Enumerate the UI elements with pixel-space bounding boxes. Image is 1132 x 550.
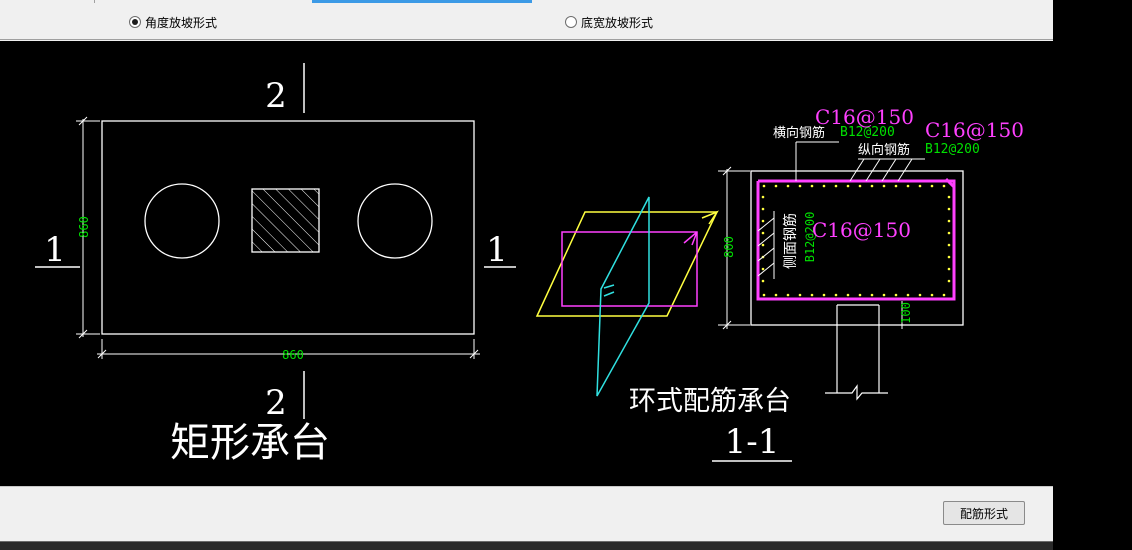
dim-width-text: 860: [282, 348, 304, 362]
section-title: 1-1: [725, 422, 780, 462]
radio-unselected-icon: [565, 16, 577, 28]
rebar-dot: [947, 279, 951, 283]
radio-selected-icon: [129, 16, 141, 28]
rebar-dot: [906, 293, 910, 297]
preview-canvas: 2 860 860 1 1 2 矩形承台 环式配筋承台 800 100 横向钢筋…: [0, 41, 1053, 486]
rebar-dot: [762, 293, 766, 297]
rebar-dot: [947, 195, 951, 199]
rebar-dot: [834, 293, 838, 297]
rebar-dot: [798, 293, 802, 297]
rebar-dot: [798, 184, 802, 188]
rebar-dot: [774, 293, 778, 297]
rebar-dot: [947, 243, 951, 247]
rebar-dot: [906, 184, 910, 188]
plan-title: 矩形承台: [170, 420, 330, 466]
section-mark-top: 2: [265, 76, 287, 116]
ring-hook-cyan: [603, 284, 615, 297]
plan-view: 2 860 860 1 1 2 矩形承台: [35, 63, 516, 466]
rebar-dot: [761, 231, 765, 235]
side-leader: [757, 262, 775, 277]
rebar-dot: [894, 293, 898, 297]
ring-plane-yellow: [535, 211, 719, 317]
ring-isometric: 环式配筋承台: [535, 196, 791, 417]
rebar-dot: [942, 184, 946, 188]
ring-plane-cyan: [596, 196, 650, 397]
rebar-dot: [822, 184, 826, 188]
longitudinal-override: C16@150: [925, 118, 1024, 142]
section-mark-right: 1: [486, 230, 508, 270]
rebar-dot: [834, 184, 838, 188]
side-leader: [757, 247, 775, 262]
column-hatch: [251, 188, 320, 253]
rebar-dot: [930, 184, 934, 188]
rebar-dot: [882, 293, 886, 297]
section-mark-bottom: 2: [265, 383, 287, 423]
rebar-dot: [870, 184, 874, 188]
rebar-form-button[interactable]: 配筋形式: [943, 501, 1025, 525]
bottom-border-strip: [0, 541, 1053, 550]
rebar-dot: [942, 293, 946, 297]
rebar-dot: [930, 293, 934, 297]
leader-arrow: [849, 158, 865, 182]
rebar-dot: [786, 184, 790, 188]
leader-arrow: [881, 158, 897, 182]
side-leader: [757, 217, 775, 232]
rebar-dot: [947, 219, 951, 223]
rebar-dot: [761, 279, 765, 283]
dialog: 角度放坡形式 底宽放坡形式 2 860 860 1 1 2 矩形承台 环式配筋承…: [0, 0, 1053, 541]
ring-title: 环式配筋承台: [629, 386, 791, 417]
rebar-dot: [947, 231, 951, 235]
side-leader: [757, 232, 775, 247]
rebar-dot: [846, 293, 850, 297]
rebar-dot: [894, 184, 898, 188]
rebar-dot: [786, 293, 790, 297]
rebar-dot: [822, 293, 826, 297]
longitudinal-label: 纵向钢筋: [858, 142, 910, 158]
right-dark-pane: [1053, 0, 1132, 550]
rebar-dot: [918, 184, 922, 188]
pile-right: [357, 183, 433, 259]
transverse-override: C16@150: [815, 105, 914, 129]
rebar-dot: [761, 195, 765, 199]
rebar-dot: [846, 184, 850, 188]
bottom-width-slope-radio[interactable]: 底宽放坡形式: [565, 13, 653, 31]
side-label: 侧面钢筋: [782, 213, 799, 269]
rebar-dot: [810, 293, 814, 297]
leader-arrow: [865, 158, 881, 182]
rebar-dot: [762, 184, 766, 188]
section-mark-left: 1: [44, 230, 66, 270]
footer-bar: 配筋形式: [0, 486, 1053, 541]
leader-arrow: [897, 158, 913, 182]
rebar-dot: [918, 293, 922, 297]
rebar-dot: [870, 293, 874, 297]
rebar-dot: [947, 255, 951, 259]
side-override: C16@150: [812, 218, 911, 242]
dim-height-text: 860: [77, 216, 91, 238]
pile-left: [144, 183, 220, 259]
angle-slope-radio[interactable]: 角度放坡形式: [129, 13, 217, 31]
section-dim-height-text: 800: [722, 236, 736, 258]
rebar-dot: [810, 184, 814, 188]
rebar-dot: [858, 184, 862, 188]
bottom-width-slope-label: 底宽放坡形式: [581, 15, 654, 30]
rebar-dot: [858, 293, 862, 297]
rebar-dot: [947, 267, 951, 271]
option-bar: 角度放坡形式 底宽放坡形式: [0, 0, 1053, 40]
angle-slope-label: 角度放坡形式: [145, 15, 218, 30]
longitudinal-value: B12@200: [925, 142, 980, 157]
rebar-dot: [882, 184, 886, 188]
tab-divider: [94, 0, 95, 3]
rebar-dot: [761, 267, 765, 271]
section-dim-bottom-text: 100: [899, 302, 913, 324]
rebar-dot: [761, 207, 765, 211]
rebar-dot: [761, 243, 765, 247]
active-tab-indicator: [312, 0, 532, 3]
ring-hook-magenta: [683, 231, 698, 246]
rebar-dot: [761, 219, 765, 223]
rebar-dot: [774, 184, 778, 188]
cad-drawing: 2 860 860 1 1 2 矩形承台 环式配筋承台 800 100 横向钢筋…: [35, 63, 1024, 466]
rebar-dot: [947, 207, 951, 211]
